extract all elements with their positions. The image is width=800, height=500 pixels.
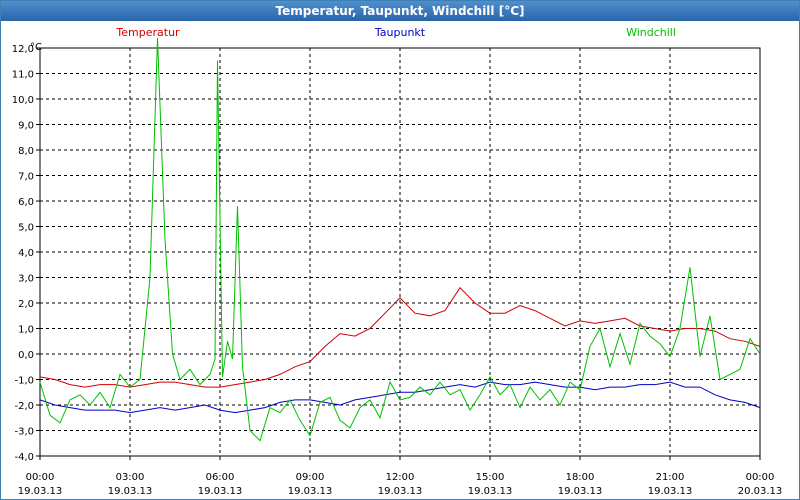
y-tick-label: 9,0 — [18, 121, 34, 132]
y-tick-label: 2,0 — [18, 299, 34, 310]
x-tick-time: 00:00 — [746, 472, 775, 483]
y-tick-label: 1,0 — [18, 325, 34, 336]
x-tick-date: 20.03.13 — [738, 486, 783, 497]
x-tick-time: 09:00 — [296, 472, 325, 483]
x-tick-date: 19.03.13 — [558, 486, 603, 497]
x-tick-date: 19.03.13 — [378, 486, 423, 497]
y-axis-label: °C — [30, 42, 42, 53]
y-tick-label: 10,0 — [12, 95, 34, 106]
y-tick-label: -3,0 — [14, 427, 34, 438]
x-tick-time: 03:00 — [116, 472, 145, 483]
x-tick-date: 19.03.13 — [648, 486, 693, 497]
x-tick-time: 00:00 — [26, 472, 55, 483]
tick-labels: -4,0 -3,0 -2,0 -1,0 0,0 1,0 2,0 3,0 4,0 5,0 6,0 7,0… — [12, 44, 783, 497]
x-tick-time: 12:00 — [386, 472, 415, 483]
axes — [36, 47, 761, 460]
y-tick-label: 8,0 — [18, 146, 34, 157]
x-tick-date: 19.03.13 — [468, 486, 513, 497]
x-tick-time: 15:00 — [476, 472, 505, 483]
y-tick-label: 4,0 — [18, 248, 34, 259]
x-tick-date: 19.03.13 — [198, 486, 243, 497]
y-tick-label: 11,0 — [12, 70, 34, 81]
x-tick-date: 19.03.13 — [108, 486, 153, 497]
x-tick-time: 18:00 — [566, 472, 595, 483]
x-tick-time: 06:00 — [206, 472, 235, 483]
y-tick-label: 7,0 — [18, 172, 34, 183]
grid-lines — [40, 47, 760, 456]
y-tick-label: 0,0 — [18, 350, 34, 361]
x-tick-date: 19.03.13 — [18, 486, 63, 497]
y-tick-label: 3,0 — [18, 274, 34, 285]
y-tick-label: -1,0 — [14, 376, 34, 387]
x-tick-date: 19.03.13 — [288, 486, 333, 497]
y-tick-label: -2,0 — [14, 401, 34, 412]
y-tick-label: 5,0 — [18, 223, 34, 234]
legend-temperatur: Temperatur — [115, 26, 180, 39]
chart-plot: -4,0 -3,0 -2,0 -1,0 0,0 1,0 2,0 3,0 4,0 5,0 6,0 7,0… — [12, 26, 783, 497]
legend-taupunkt: Taupunkt — [374, 26, 426, 39]
legend-windchill: Windchill — [626, 26, 676, 39]
y-tick-label: -4,0 — [14, 452, 34, 463]
y-tick-label: 6,0 — [18, 197, 34, 208]
x-tick-time: 21:00 — [656, 472, 685, 483]
